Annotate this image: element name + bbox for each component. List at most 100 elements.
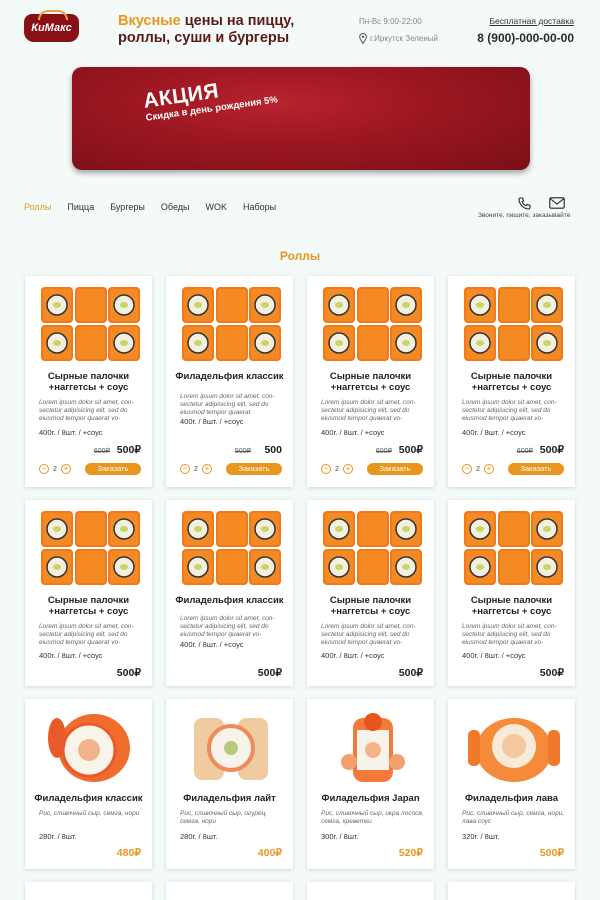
promo-banner[interactable]: АКЦИЯ Скидка в день рождения 5%	[72, 67, 530, 170]
quantity-value: 2	[335, 465, 339, 473]
order-button[interactable]: Заказать	[508, 463, 564, 475]
product-meta: 400г. / 8шт. / +соус	[39, 428, 103, 437]
logo[interactable]: КиМакс	[24, 10, 79, 42]
sushi-image	[464, 511, 563, 585]
product-card[interactable]: Сырные палочки +наггетсы + соус Lorem ips…	[307, 500, 434, 686]
roll-image	[468, 718, 560, 782]
quantity-stepper[interactable]: −2 +	[180, 464, 212, 474]
product-image	[462, 509, 565, 587]
product-card[interactable]	[448, 882, 575, 900]
product-image	[321, 509, 424, 587]
sushi-image	[41, 511, 140, 585]
product-card[interactable]	[25, 882, 152, 900]
nav-item[interactable]: Роллы	[24, 202, 51, 212]
plus-icon[interactable]: +	[201, 464, 212, 474]
section-title: Роллы	[279, 249, 321, 263]
product-card[interactable]: Сырные палочки +наггетсы + соус Lorem ips…	[307, 276, 434, 487]
product-image	[39, 708, 142, 786]
nav-item[interactable]: Наборы	[243, 202, 276, 212]
quantity-stepper[interactable]: −2 +	[321, 464, 353, 474]
product-desc: Lorem ipsum dolor sit amet, con-sectetur…	[39, 399, 134, 422]
minus-icon[interactable]: −	[321, 464, 331, 474]
old-price: 600₽	[516, 448, 533, 455]
working-hours: Пн-Вс 9:00-22:00	[359, 17, 422, 26]
product-desc: Lorem ipsum dolor sit amet, con-sectetur…	[462, 623, 557, 646]
product-meta: 280г. / 8шт.	[39, 832, 77, 841]
sushi-image	[182, 511, 281, 585]
order-button[interactable]: Заказать	[367, 463, 423, 475]
product-card[interactable]	[307, 882, 434, 900]
header: КиМакс Вкусные цены на пиццу, роллы, суш…	[0, 0, 600, 60]
product-price: 500₽	[539, 847, 564, 859]
old-price: 500₽	[234, 448, 251, 455]
location-pin-icon	[359, 33, 367, 44]
order-button[interactable]: Заказать	[226, 463, 282, 475]
plus-icon[interactable]: +	[342, 464, 353, 474]
roll-image	[194, 718, 268, 780]
product-meta: 400г. / 8шт. / +соус	[39, 651, 103, 660]
phone-number[interactable]: 8 (900)-000-00-00	[477, 31, 574, 45]
product-price: 500₽	[257, 667, 282, 679]
product-price: 500₽	[398, 667, 423, 679]
minus-icon[interactable]: −	[180, 464, 190, 474]
product-name: Филадельфия классик	[175, 595, 284, 606]
phone-icon[interactable]	[518, 197, 531, 210]
product-card[interactable]	[166, 882, 293, 900]
product-card[interactable]: Филадельфия лайт Рис, сливочный сыр, огур…	[166, 699, 293, 869]
sushi-image	[323, 287, 422, 361]
product-image	[180, 285, 283, 363]
product-meta: 300г. / 8шт.	[321, 832, 359, 841]
nav-item[interactable]: Бургеры	[110, 202, 145, 212]
free-delivery-link[interactable]: Бесплатная доставка	[489, 16, 574, 26]
product-card[interactable]: Сырные палочки +наггетсы + соус Lorem ips…	[25, 500, 152, 686]
product-price: 520₽	[398, 847, 423, 859]
city-selector[interactable]: г.Иркутск Зеленый	[359, 33, 438, 44]
product-price: 500	[264, 444, 282, 456]
tagline-accent: Вкусные	[118, 13, 181, 29]
product-desc: Рис, сливочный сыр, огурец, семга, нори	[180, 810, 268, 825]
product-name: Сырные палочки +наггетсы + соус	[329, 595, 412, 617]
city-label: г.Иркутск Зеленый	[370, 34, 439, 43]
minus-icon[interactable]: −	[462, 464, 472, 474]
product-card[interactable]: Филадельфия классик Lorem ipsum dolor sit…	[166, 500, 293, 686]
contact-icons	[518, 197, 565, 210]
product-meta: 400г. / 8шт. / +соус	[462, 428, 526, 437]
product-price: 400₽	[257, 847, 282, 859]
product-name: Сырные палочки +наггетсы + соус	[47, 595, 130, 617]
nav-item[interactable]: Пицца	[67, 202, 94, 212]
quantity-stepper[interactable]: −2 +	[39, 464, 71, 474]
product-desc: Lorem ipsum dolor sit amet, con-sectetur…	[321, 623, 416, 646]
category-nav: Роллы Пицца Бургеры Обеды WOK Наборы	[24, 202, 292, 212]
product-desc: Lorem ipsum dolor sit amet, con-sectetur…	[180, 615, 275, 638]
nav-item[interactable]: Обеды	[161, 202, 190, 212]
plus-icon[interactable]: +	[60, 464, 71, 474]
product-name: Филадельфия лайт	[183, 793, 276, 804]
product-card[interactable]: Сырные палочки +наггетсы + соус Lorem ips…	[448, 276, 575, 487]
product-card[interactable]: Филадельфия Japan Рис, сливочный сыр, икр…	[307, 699, 434, 869]
nav-item[interactable]: WOK	[205, 202, 227, 212]
quantity-value: 2	[194, 465, 198, 473]
sushi-image	[41, 287, 140, 361]
product-card[interactable]: Сырные палочки +наггетсы + соус Lorem ips…	[448, 500, 575, 686]
product-name: Сырные палочки +наггетсы + соус	[329, 371, 412, 393]
order-button[interactable]: Заказать	[85, 463, 141, 475]
product-image	[39, 285, 142, 363]
product-meta: 320г. / 8шт.	[462, 832, 500, 841]
contact-caption: Звоните, пишите, заказывайте	[478, 212, 571, 219]
minus-icon[interactable]: −	[39, 464, 49, 474]
product-image	[180, 509, 283, 587]
mail-icon[interactable]	[549, 197, 565, 209]
product-image	[321, 708, 424, 786]
product-meta: 400г. / 8шт. / +соус	[321, 651, 385, 660]
product-desc: Рис, сливочный сыр, семга, нори	[39, 810, 140, 817]
plus-icon[interactable]: +	[483, 464, 494, 474]
product-card[interactable]: Филадельфия классик Рис, сливочный сыр, с…	[25, 699, 152, 869]
product-card[interactable]: Филадельфия классик Lorem ipsum dolor sit…	[166, 276, 293, 487]
product-meta: 280г. / 8шт.	[180, 832, 218, 841]
product-desc: Lorem ipsum dolor sit amet, con-sectetur…	[39, 623, 134, 646]
old-price: 600₽	[375, 448, 392, 455]
product-image	[321, 285, 424, 363]
product-card[interactable]: Сырные палочки +наггетсы + соус Lorem ips…	[25, 276, 152, 487]
product-card[interactable]: Филадельфия лава Рис, сливочный сыр, семг…	[448, 699, 575, 869]
quantity-stepper[interactable]: −2 +	[462, 464, 494, 474]
